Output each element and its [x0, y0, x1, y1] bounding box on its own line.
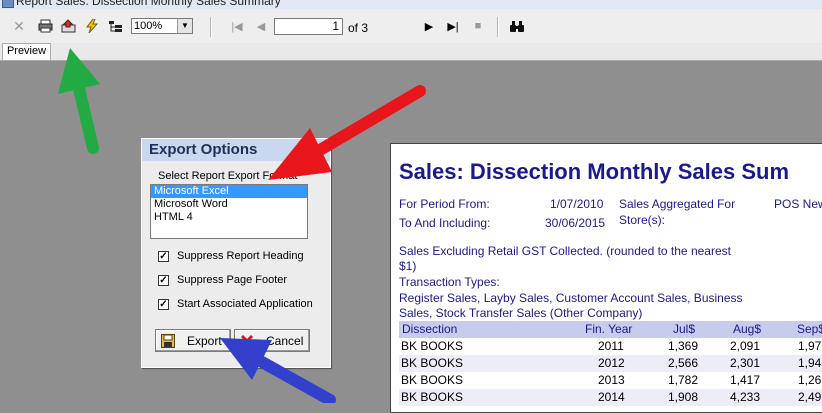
- aggregated-label: Sales Aggregated For: [619, 197, 736, 211]
- transaction-types-line-2: Sales, Stock Transfer Sales (Other Compa…: [399, 306, 643, 320]
- page-number-input[interactable]: 1: [274, 18, 343, 35]
- prev-page-icon[interactable]: ◀: [255, 18, 267, 34]
- stop-icon[interactable]: ■: [472, 18, 484, 34]
- zoom-select[interactable]: 100% ▼: [131, 18, 193, 34]
- suppress-heading-checkbox[interactable]: ✓ Suppress Report Heading: [158, 249, 304, 263]
- first-page-icon[interactable]: |◀: [231, 18, 243, 34]
- table-cell: 2,301: [730, 356, 761, 370]
- green-arrow: [58, 48, 100, 154]
- dialog-title: Export Options: [142, 139, 330, 161]
- including-value: 30/06/2015: [545, 216, 606, 230]
- column-header: Jul$: [673, 322, 696, 336]
- close-icon[interactable]: ✕: [11, 18, 27, 34]
- table-cell: 2014: [598, 390, 625, 404]
- transaction-types-line-1: Register Sales, Layby Sales, Customer Ac…: [399, 291, 743, 305]
- table-row: BK BOOKS 2011 1,369 2,091 1,971: [399, 338, 822, 355]
- table-cell: 1,908: [668, 390, 699, 404]
- toolbar-separator: [210, 17, 212, 37]
- aggregated-label-2: Store(s):: [619, 213, 666, 227]
- table-cell: 1,262: [798, 373, 822, 387]
- suppress-heading-label: Suppress Report Heading: [177, 250, 304, 262]
- print-icon[interactable]: [37, 18, 53, 34]
- zoom-value: 100%: [134, 20, 163, 32]
- including-label: To And Including:: [399, 216, 491, 230]
- gst-note-line-2: $1): [399, 259, 417, 273]
- lightning-icon[interactable]: [84, 18, 100, 34]
- cancel-button-label: Cancel: [266, 333, 304, 348]
- cancel-x-icon: [240, 334, 254, 348]
- toolbar: ✕ 100% ▼ |◀ ◀ 1 of 3 ▶ ▶| ■: [0, 9, 822, 44]
- gst-note-line-1: Sales Excluding Retail GST Collected. (r…: [399, 244, 731, 258]
- floppy-disk-icon: [161, 333, 175, 348]
- checkmark-icon: ✓: [158, 298, 169, 310]
- column-header: Aug$: [733, 322, 762, 336]
- window-titlebar: Report Sales: Dissection Monthly Sales S…: [0, 0, 822, 9]
- table-cell: 1,971: [798, 339, 822, 353]
- binoculars-icon[interactable]: [509, 18, 525, 34]
- table-cell: 4,233: [730, 390, 761, 404]
- column-header: Dissection: [402, 322, 458, 336]
- table-cell: 2,566: [668, 356, 699, 370]
- table-cell: 1,369: [668, 339, 699, 353]
- cancel-button[interactable]: Cancel: [234, 329, 310, 352]
- table-cell: 1,782: [668, 373, 699, 387]
- export-format-label: Select Report Export Format: [158, 170, 298, 182]
- table-cell: 2012: [598, 356, 625, 370]
- period-from-value: 1/07/2010: [550, 197, 604, 211]
- tree-icon[interactable]: [108, 18, 124, 34]
- table-row: BK BOOKS 2013 1,782 1,417 1,262: [399, 372, 822, 389]
- suppress-footer-checkbox[interactable]: ✓ Suppress Page Footer: [158, 273, 287, 287]
- column-header: Sep$: [797, 322, 822, 336]
- next-page-icon[interactable]: ▶: [423, 18, 435, 34]
- period-from-label: For Period From:: [399, 197, 490, 211]
- report-preview-page: Sales: Dissection Monthly Sales Sum For …: [390, 143, 822, 413]
- page-count-label: of 3: [348, 21, 369, 35]
- start-application-checkbox[interactable]: ✓ Start Associated Application: [158, 297, 313, 311]
- table-cell: 1,417: [730, 373, 761, 387]
- table-header-row: Dissection Fin. Year Jul$ Aug$ Sep$: [399, 321, 822, 338]
- table-cell: 2,091: [730, 339, 761, 353]
- table-row: BK BOOKS 2014 1,908 4,233 2,492: [399, 389, 822, 406]
- window-title: Report Sales: Dissection Monthly Sales S…: [16, 0, 281, 8]
- tab-strip: Preview: [0, 43, 822, 61]
- table-cell: BK BOOKS: [401, 339, 464, 353]
- report-table: Dissection Fin. Year Jul$ Aug$ Sep$ BK B…: [399, 321, 822, 406]
- aggregated-value: POS New: [774, 197, 822, 211]
- transaction-types-label: Transaction Types:: [399, 275, 500, 289]
- table-cell: 1,943: [798, 356, 822, 370]
- checkmark-icon: ✓: [158, 250, 169, 262]
- last-page-icon[interactable]: ▶|: [447, 18, 459, 34]
- export-button-label: Export: [187, 333, 222, 348]
- format-option-html[interactable]: HTML 4: [151, 211, 307, 224]
- table-cell: 2013: [598, 373, 625, 387]
- export-button[interactable]: Export: [155, 329, 231, 352]
- table-row: BK BOOKS 2012 2,566 2,301 1,943: [399, 355, 822, 372]
- export-options-dialog: Export Options Select Report Export Form…: [141, 138, 331, 368]
- table-cell: 2,492: [798, 390, 822, 404]
- table-cell: BK BOOKS: [401, 373, 464, 387]
- format-option-excel[interactable]: Microsoft Excel: [151, 185, 307, 198]
- toolbar-separator: [497, 17, 499, 37]
- table-cell: 2011: [598, 339, 624, 353]
- checkmark-icon: ✓: [158, 274, 169, 286]
- app-icon: [2, 0, 14, 8]
- table-cell: BK BOOKS: [401, 356, 464, 370]
- format-option-word[interactable]: Microsoft Word: [151, 198, 307, 211]
- suppress-footer-label: Suppress Page Footer: [177, 274, 288, 286]
- start-application-label: Start Associated Application: [177, 298, 313, 310]
- chevron-down-icon[interactable]: ▼: [177, 19, 192, 33]
- export-format-list[interactable]: Microsoft Excel Microsoft Word HTML 4: [150, 184, 308, 239]
- tab-preview[interactable]: Preview: [2, 43, 51, 60]
- report-title: Sales: Dissection Monthly Sales Sum: [399, 159, 790, 184]
- export-icon[interactable]: [60, 18, 76, 34]
- table-cell: BK BOOKS: [401, 390, 464, 404]
- column-header: Fin. Year: [585, 322, 633, 336]
